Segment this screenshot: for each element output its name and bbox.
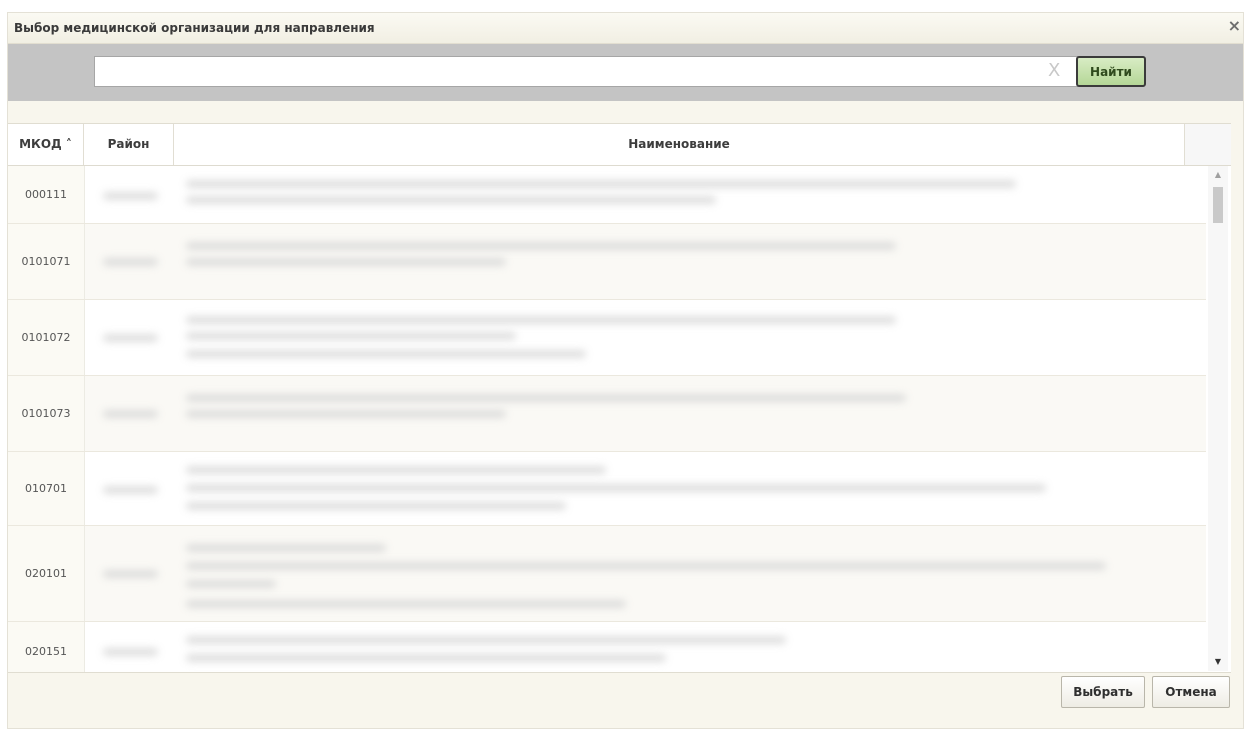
- search-bar: X Найти: [8, 44, 1243, 101]
- table-row[interactable]: 000111: [8, 166, 1206, 224]
- cell-name-blurred: [186, 332, 516, 340]
- cancel-button[interactable]: Отмена: [1152, 676, 1230, 708]
- mkod-value: 0101073: [21, 407, 71, 420]
- table-row[interactable]: 020151: [8, 622, 1206, 672]
- org-table: МКОД ˄ Район Наименование 000111 0101071…: [8, 123, 1231, 673]
- cell-raion-blurred: [103, 486, 158, 494]
- cell-name-blurred: [186, 180, 1016, 188]
- cell-raion-blurred: [103, 570, 158, 578]
- cell-mkod: 020151: [8, 622, 85, 672]
- cell-name-blurred: [186, 466, 606, 474]
- cell-name-blurred: [186, 484, 1046, 492]
- mkod-value: 020101: [25, 567, 67, 580]
- cell-name-blurred: [186, 562, 1106, 570]
- mkod-value: 0101072: [21, 331, 71, 344]
- cell-raion-blurred: [103, 334, 158, 342]
- header-spacer: [1185, 124, 1231, 165]
- chevron-down-icon[interactable]: ▼: [1208, 655, 1228, 669]
- cell-name-blurred: [186, 502, 566, 510]
- cell-name-blurred: [186, 350, 586, 358]
- cell-mkod: 000111: [8, 166, 85, 223]
- dialog-titlebar: Выбор медицинской организации для направ…: [8, 13, 1243, 44]
- table-scrollbar[interactable]: ▲ ▼: [1208, 166, 1228, 671]
- cell-mkod: 020101: [8, 526, 85, 621]
- table-row[interactable]: 0101072: [8, 300, 1206, 376]
- clear-icon[interactable]: X: [1048, 62, 1060, 80]
- cell-raion-blurred: [103, 410, 158, 418]
- search-input[interactable]: [94, 56, 1078, 87]
- mkod-value: 020151: [25, 645, 67, 658]
- column-header-raion[interactable]: Район: [84, 124, 174, 165]
- close-icon[interactable]: ×: [1228, 18, 1241, 34]
- cell-mkod: 0101072: [8, 300, 85, 375]
- table-row[interactable]: 020101: [8, 526, 1206, 622]
- cell-raion-blurred: [103, 192, 158, 200]
- cell-name-blurred: [186, 316, 896, 324]
- cell-name-blurred: [186, 654, 666, 662]
- cell-name-blurred: [186, 242, 896, 250]
- table-row[interactable]: 0101073: [8, 376, 1206, 452]
- cell-name-blurred: [186, 258, 506, 266]
- cell-name-blurred: [186, 580, 276, 588]
- chevron-up-icon[interactable]: ▲: [1208, 168, 1228, 182]
- mkod-value: 000111: [25, 188, 67, 201]
- cell-name-blurred: [186, 600, 626, 608]
- dialog-title: Выбор медицинской организации для направ…: [14, 21, 375, 35]
- cell-mkod: 0101073: [8, 376, 85, 451]
- org-select-dialog: Выбор медицинской организации для направ…: [7, 12, 1244, 729]
- cell-mkod: 010701: [8, 452, 85, 525]
- table-row[interactable]: 010701: [8, 452, 1206, 526]
- mkod-value: 0101071: [21, 255, 71, 268]
- find-button[interactable]: Найти: [1076, 56, 1146, 87]
- cell-name-blurred: [186, 394, 906, 402]
- cell-name-blurred: [186, 410, 506, 418]
- column-header-name[interactable]: Наименование: [174, 124, 1185, 165]
- select-button[interactable]: Выбрать: [1061, 676, 1145, 708]
- table-header: МКОД ˄ Район Наименование: [8, 124, 1231, 166]
- cell-name-blurred: [186, 636, 786, 644]
- table-row[interactable]: 0101071: [8, 224, 1206, 300]
- cell-raion-blurred: [103, 648, 158, 656]
- table-body: 000111 0101071 0101072 0101073 010701 02…: [8, 166, 1206, 672]
- mkod-value: 010701: [25, 482, 67, 495]
- cell-name-blurred: [186, 196, 716, 204]
- cell-name-blurred: [186, 544, 386, 552]
- scrollbar-thumb[interactable]: [1213, 187, 1223, 223]
- cell-mkod: 0101071: [8, 224, 85, 299]
- cell-raion-blurred: [103, 258, 158, 266]
- column-header-mkod[interactable]: МКОД ˄: [8, 124, 84, 165]
